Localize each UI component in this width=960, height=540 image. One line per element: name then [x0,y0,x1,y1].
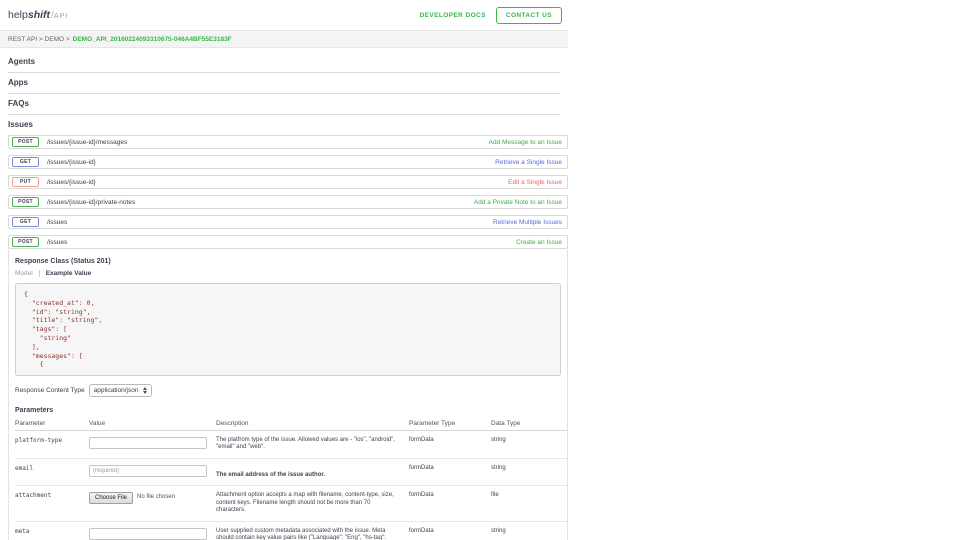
param-type: formData [409,521,491,540]
top-header: helpshift/API DEVELOPER DOCS CONTACT US [0,0,568,30]
attachment-file-control: Choose File No file chosen [89,492,208,504]
header-actions: DEVELOPER DOCS CONTACT US [420,7,562,24]
param-row-meta: meta User supplied custom metadata assoc… [15,521,567,540]
endpoint-summary-link[interactable]: Create an Issue [516,239,562,246]
code-line: "id": "string", [24,308,552,317]
code-line: "messages": [ [24,352,552,361]
endpoint-path: /issues [47,219,67,226]
param-row-platform-type: platform-type The platfrom type of the i… [15,430,567,458]
response-tabs: Model Example Value [15,270,561,277]
section-apps[interactable]: Apps [8,73,560,94]
code-line: "created_at": 0, [24,299,552,308]
response-content-type-row: Response Content Type application/json [15,384,561,397]
param-name: meta [15,521,89,540]
endpoint-row-get-single-issue[interactable]: GET /issues/{issue-id} Retrieve a Single… [8,155,568,169]
section-agents[interactable]: Agents [8,52,560,73]
endpoint-summary-link[interactable]: Add a Private Note to an Issue [474,199,562,206]
logo-api-text: API [54,13,68,20]
endpoint-path: /issues/{issue-id}/messages [47,139,127,146]
code-line: { [24,290,552,299]
select-arrows-icon [143,387,147,395]
operation-detail-panel: Response Class (Status 201) Model Exampl… [8,249,568,540]
example-value-codeblock: { "created_at": 0, "id": "string", "titl… [15,283,561,376]
col-data-type: Data Type [491,417,567,431]
response-content-type-label: Response Content Type [15,387,85,394]
method-badge-post: POST [12,137,39,147]
code-line: ], [24,343,552,352]
param-type: formData [409,430,491,458]
col-parameter: Parameter [15,417,89,431]
endpoint-path: /issues/{issue-id} [47,159,96,166]
param-description: The platfrom type of the issue. Allowed … [216,430,409,458]
platform-type-input[interactable] [89,437,207,449]
col-description: Description [216,417,409,431]
breadcrumb: REST API > DEMO > DEMO_API_2016022409331… [0,30,568,48]
logo-shift-text: shift [28,9,50,21]
endpoint-path: /issues/{issue-id} [47,179,96,186]
endpoint-path: /issues [47,239,67,246]
endpoint-summary-link[interactable]: Add Message to an Issue [489,139,562,146]
main-content: Agents Apps FAQs Issues POST /issues/{is… [0,48,568,540]
breadcrumb-prefix[interactable]: REST API > DEMO > [8,36,70,43]
parameters-table: Parameter Value Description Parameter Ty… [15,417,567,540]
choose-file-button[interactable]: Choose File [89,492,133,504]
param-data-type: string [491,458,567,486]
parameters-title: Parameters [15,407,561,414]
col-value: Value [89,417,216,431]
code-line: { [24,360,552,369]
code-line: "title": "string", [24,316,552,325]
contact-us-button[interactable]: CONTACT US [496,7,562,24]
endpoint-summary-link[interactable]: Retrieve a Single Issue [495,159,562,166]
email-input[interactable] [89,465,207,477]
param-data-type: string [491,430,567,458]
param-description: The email address of the issue author. [216,472,401,480]
code-line: "tags": [ [24,325,552,334]
tab-example-value[interactable]: Example Value [40,270,92,277]
param-type: formData [409,486,491,522]
response-content-type-select[interactable]: application/json [89,384,153,397]
select-value: application/json [94,387,139,394]
endpoint-summary-link[interactable]: Edit a Single Issue [508,179,562,186]
param-row-attachment: attachment Choose File No file chosen At… [15,486,567,522]
param-data-type: string [491,521,567,540]
param-name: platform-type [15,430,89,458]
method-badge-put: PUT [12,177,39,187]
response-class-title: Response Class (Status 201) [15,258,561,265]
param-name: email [15,458,89,486]
parameters-header-row: Parameter Value Description Parameter Ty… [15,417,567,431]
code-line: "string" [24,334,552,343]
section-issues[interactable]: Issues [8,115,560,135]
method-badge-get: GET [12,157,39,167]
param-type: formData [409,458,491,486]
param-name: attachment [15,486,89,522]
breadcrumb-current-api: DEMO_API_20160224093310675-046A4BF55E318… [73,36,232,43]
param-data-type: file [491,486,567,522]
endpoint-row-post-messages[interactable]: POST /issues/{issue-id}/messages Add Mes… [8,135,568,149]
endpoint-summary-link[interactable]: Retrieve Multiple Issues [493,219,562,226]
col-parameter-type: Parameter Type [409,417,491,431]
logo-help-text: help [8,9,28,21]
endpoint-path: /issues/{issue-id}/private-notes [47,199,135,206]
endpoint-row-post-private-notes[interactable]: POST /issues/{issue-id}/private-notes Ad… [8,195,568,209]
helpshift-logo[interactable]: helpshift/API [8,9,68,21]
param-row-email: email The email address of the issue aut… [15,458,567,486]
method-badge-post: POST [12,197,39,207]
file-status-text: No file chosen [137,494,175,502]
tab-model[interactable]: Model [15,270,40,277]
param-description: User supplied custom metadata associated… [216,521,409,540]
endpoint-row-post-create-issue[interactable]: POST /issues Create an Issue [8,235,568,249]
section-faqs[interactable]: FAQs [8,94,560,115]
endpoint-row-get-issues[interactable]: GET /issues Retrieve Multiple Issues [8,215,568,229]
method-badge-post: POST [12,237,39,247]
method-badge-get: GET [12,217,39,227]
meta-input[interactable] [89,528,207,540]
param-description: Attachment option accepts a map with fil… [216,486,409,522]
developer-docs-link[interactable]: DEVELOPER DOCS [420,12,486,19]
endpoint-row-put-single-issue[interactable]: PUT /issues/{issue-id} Edit a Single Iss… [8,175,568,189]
api-docs-page: helpshift/API DEVELOPER DOCS CONTACT US … [0,0,568,540]
